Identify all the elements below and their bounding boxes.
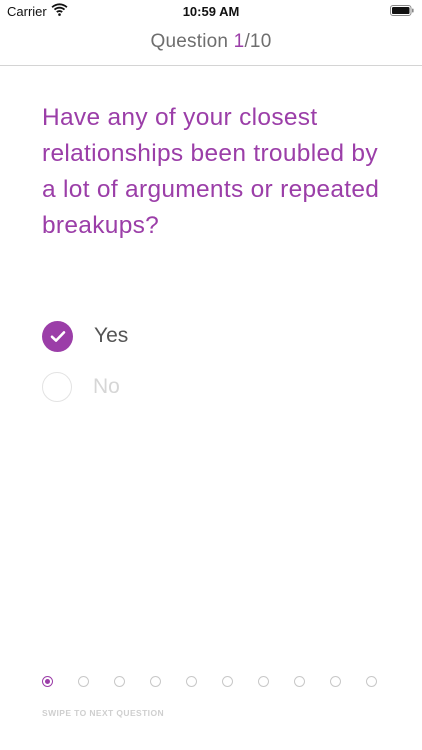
nav-header: Question 1/10: [0, 22, 422, 66]
question-counter-total: /10: [244, 31, 272, 52]
option-yes-label: Yes: [94, 324, 129, 347]
battery-icon: [390, 5, 414, 16]
page-dot: [366, 676, 377, 687]
question-counter-current: 1: [233, 31, 245, 52]
page-dot: [114, 676, 125, 687]
status-bar: Carrier 10:59 AM: [0, 0, 422, 22]
page-dot: [222, 676, 233, 687]
clock-time: 10:59 AM: [182, 4, 240, 19]
radio-empty-icon: [42, 372, 72, 402]
page-dot: [78, 676, 89, 687]
page-dot: [42, 676, 53, 687]
page-dot: [150, 676, 161, 687]
page-dot: [294, 676, 305, 687]
option-yes[interactable]: Yes: [42, 320, 128, 352]
question-text: Have any of your closest relationships b…: [42, 104, 380, 239]
page-dot: [330, 676, 341, 687]
page-dot: [258, 676, 269, 687]
option-no-label: No: [93, 375, 120, 398]
swipe-hint: SWIPE TO NEXT QUESTION: [42, 708, 164, 718]
question-counter: Question 1/10: [0, 31, 422, 53]
page-dot: [186, 676, 197, 687]
option-no[interactable]: No: [42, 371, 120, 403]
checkmark-icon: [42, 320, 73, 352]
question-counter-prefix: Question: [150, 31, 234, 52]
